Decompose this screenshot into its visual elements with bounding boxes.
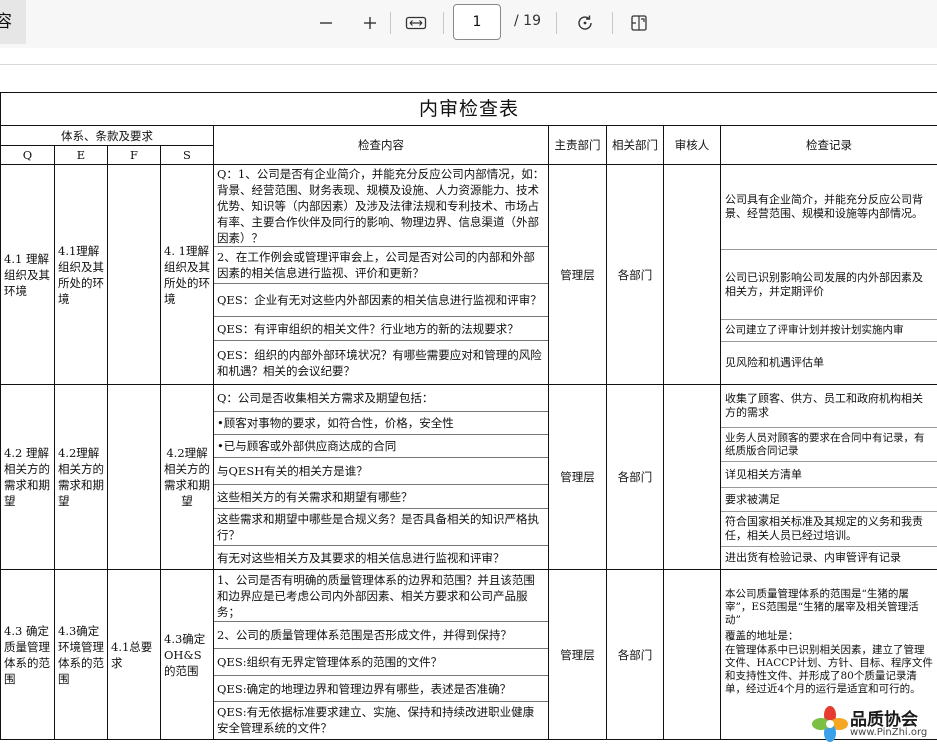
- record-item: 见风险和机遇评估单: [721, 341, 937, 384]
- record-item: 本公司质量管理体系的范围是“生猪的屠宰”，ES范围是“生猪的屠宰及相关管理活动”: [725, 588, 919, 626]
- clause-e: 4.1理解组织及其所处的环境: [54, 164, 108, 385]
- clause-f: 4.1总要求: [107, 569, 161, 740]
- clause-q: 4.1 理解组织及其环境: [0, 164, 55, 385]
- check-item: •顾客对事物的要求，如符合性，价格，安全性: [214, 412, 548, 435]
- check-content-cell: 1、公司是否有明确的质量管理体系的边界和范围？并且该范围和边界应是已考虑公司内外…: [213, 569, 549, 740]
- rotate-icon: [578, 15, 592, 30]
- check-content-cell: Q：公司是否收集相关方需求及期望包括： •顾客对事物的要求，如符合性，价格，安全…: [213, 384, 549, 570]
- pdf-toolbar: 容 1 / 19: [0, 0, 937, 48]
- check-record-cell: 公司具有企业简介，并能充分反应公司背景、经营范围、规模和设施等内部情况。 公司已…: [720, 164, 937, 385]
- header-s: S: [160, 145, 214, 165]
- clause-s: 4.3确定OH&S的范围: [160, 569, 214, 740]
- header-e: E: [54, 145, 108, 165]
- check-item: QES：组织的内部外部环境状况？有哪些需要应对和管理的风险和机遇？相关的会议纪要…: [217, 347, 542, 378]
- toolbar-separator: [443, 12, 444, 34]
- fit-width-button[interactable]: [401, 9, 431, 37]
- check-item: QES:确定的地理边界和管理边界有哪些，表述是否准确？: [214, 676, 548, 702]
- clause-f: [107, 164, 161, 385]
- clause-f: [107, 384, 161, 570]
- record-item: 进出货有检验记录、内审管评有记录: [721, 546, 937, 569]
- check-item: 与QESH有关的相关方是谁？: [214, 458, 548, 485]
- page-total-label: / 19: [514, 13, 541, 29]
- check-item: 有无对这些相关方及其要求的相关信息进行监视和评审？: [217, 550, 505, 565]
- record-item: 符合国家相关标准及其规定的义务和我责任，相关人员已经过培训。: [721, 511, 937, 546]
- auditor-cell: [663, 384, 721, 570]
- logo-url: www.PinZhi.org: [850, 727, 928, 738]
- header-check-record: 检查记录: [720, 125, 937, 165]
- page-number-input[interactable]: 1: [453, 4, 501, 40]
- toolbar-separator: [612, 12, 613, 34]
- record-item: 公司建立了评审计划并按计划实施内审: [721, 319, 937, 341]
- clause-s: 4. 1理解组织及其所处的环境: [160, 164, 214, 385]
- pinzhi-logo: 品质协会 www.PinZhi.org: [812, 703, 937, 745]
- related-dept: 各部门: [606, 164, 664, 385]
- zoom-out-icon: [320, 22, 332, 24]
- check-item: QES：企业有无对这些内外部因素的相关信息进行监视和评审？: [214, 284, 548, 317]
- record-item: 收集了顾客、供方、员工和政府机构相关方的需求: [725, 392, 923, 419]
- toolbar-left-label[interactable]: 容: [0, 0, 26, 44]
- auditor-cell: [663, 164, 721, 385]
- clause-q: 4.3 确定质量管理体系的范围: [0, 569, 55, 740]
- zoom-in-icon: [364, 17, 376, 29]
- main-dept: 管理层: [548, 569, 607, 740]
- header-f: F: [107, 145, 161, 165]
- related-dept: 各部门: [606, 569, 664, 740]
- clause-e: 4.2理解相关方的需求和期望: [54, 384, 108, 570]
- table-row: 4.2 理解相关方的需求和期望 4.2理解相关方的需求和期望 4.2理解相关方的…: [0, 384, 937, 570]
- header-related-dept: 相关部门: [606, 125, 664, 165]
- record-item: 业务人员对顾客的要求在合同中有记录，有纸质版合同记录: [721, 427, 937, 461]
- check-item: QES:组织有无界定管理体系的范围的文件？: [214, 649, 548, 676]
- record-item: 公司已识别影响公司发展的内外部因素及相关方，并定期评价: [721, 249, 937, 319]
- auditor-cell: [663, 569, 721, 740]
- check-item: 这些相关方的有关需求和期望有哪些？: [214, 485, 548, 509]
- zoom-in-button[interactable]: [355, 9, 385, 37]
- audit-checklist-table: 内审检查表 体系、条款及要求 检查内容 主责部门 相关部门 审核人 检查记录 Q…: [0, 92, 937, 740]
- main-dept: 管理层: [548, 164, 607, 385]
- table-row: 4.1 理解组织及其环境 4.1理解组织及其所处的环境 4. 1理解组织及其所处…: [0, 164, 937, 385]
- document-page: 内审检查表 体系、条款及要求 检查内容 主责部门 相关部门 审核人 检查记录 Q…: [0, 65, 937, 745]
- record-item: 要求被满足: [721, 487, 937, 511]
- toolbar-separator: [556, 12, 557, 34]
- check-record-cell: 收集了顾客、供方、员工和政府机构相关方的需求 业务人员对顾客的要求在合同中有记录…: [720, 384, 937, 570]
- rotate-button[interactable]: [570, 9, 600, 37]
- zoom-out-button[interactable]: [311, 9, 341, 37]
- header-auditor: 审核人: [663, 125, 721, 165]
- check-item: 1、公司是否有明确的质量管理体系的边界和范围？并且该范围和边界应是已考虑公司内外…: [214, 571, 548, 622]
- record-item: 公司具有企业简介，并能充分反应公司背景、经营范围、规模和设施等内部情况。: [725, 193, 923, 220]
- header-check-content: 检查内容: [213, 125, 549, 165]
- header-q: Q: [0, 145, 55, 165]
- header-main-dept: 主责部门: [548, 125, 607, 165]
- page-view-icon: [631, 15, 647, 31]
- toolbar-separator: [390, 12, 391, 34]
- check-item: QES：有评审组织的相关文件？行业地方的新的法规要求？: [214, 317, 548, 341]
- check-item: 这些需求和期望中哪些是合规义务？是否具备相关的知识严格执行？: [214, 509, 548, 546]
- check-item: 2、公司的质量管理体系范围是否形成文件，并得到保持？: [214, 622, 548, 649]
- record-item: 详见相关方清单: [721, 461, 937, 487]
- flower-logo-icon: [812, 706, 848, 742]
- check-item: •已与顾客或外部供应商达成的合同: [214, 435, 548, 458]
- document-title: 内审检查表: [0, 92, 937, 126]
- page-view-button[interactable]: [624, 9, 654, 37]
- main-dept: 管理层: [548, 384, 607, 570]
- fit-width-icon: [405, 16, 427, 30]
- clause-s: 4.2理解相关方的需求和期望: [160, 384, 214, 570]
- clause-q: 4.2 理解相关方的需求和期望: [0, 384, 55, 570]
- check-content-cell: Q：1、公司是否有企业简介，并能充分反应公司内部情况，如：背景、经营范围、财务表…: [213, 164, 549, 385]
- related-dept: 各部门: [606, 384, 664, 570]
- check-item: Q：公司是否收集相关方需求及期望包括：: [214, 386, 548, 412]
- table-row: 4.3 确定质量管理体系的范围 4.3确定环境管理体系的范围 4.1总要求 4.…: [0, 569, 937, 740]
- check-item: 2、在工作例会或管理评审会上，公司是否对公司的内部和外部因素的相关信息进行监视、…: [214, 247, 548, 284]
- check-item: QES:有无依据标准要求建立、实施、保持和持续改进职业健康安全管理系统的文件？: [217, 705, 535, 735]
- check-item: Q：1、公司是否有企业简介，并能充分反应公司内部情况，如：背景、经营范围、财务表…: [214, 166, 548, 247]
- record-item: 覆盖的地址是：: [725, 630, 799, 642]
- page-gap: [0, 48, 937, 65]
- header-system-clause: 体系、条款及要求: [0, 125, 214, 146]
- clause-e: 4.3确定环境管理体系的范围: [54, 569, 108, 740]
